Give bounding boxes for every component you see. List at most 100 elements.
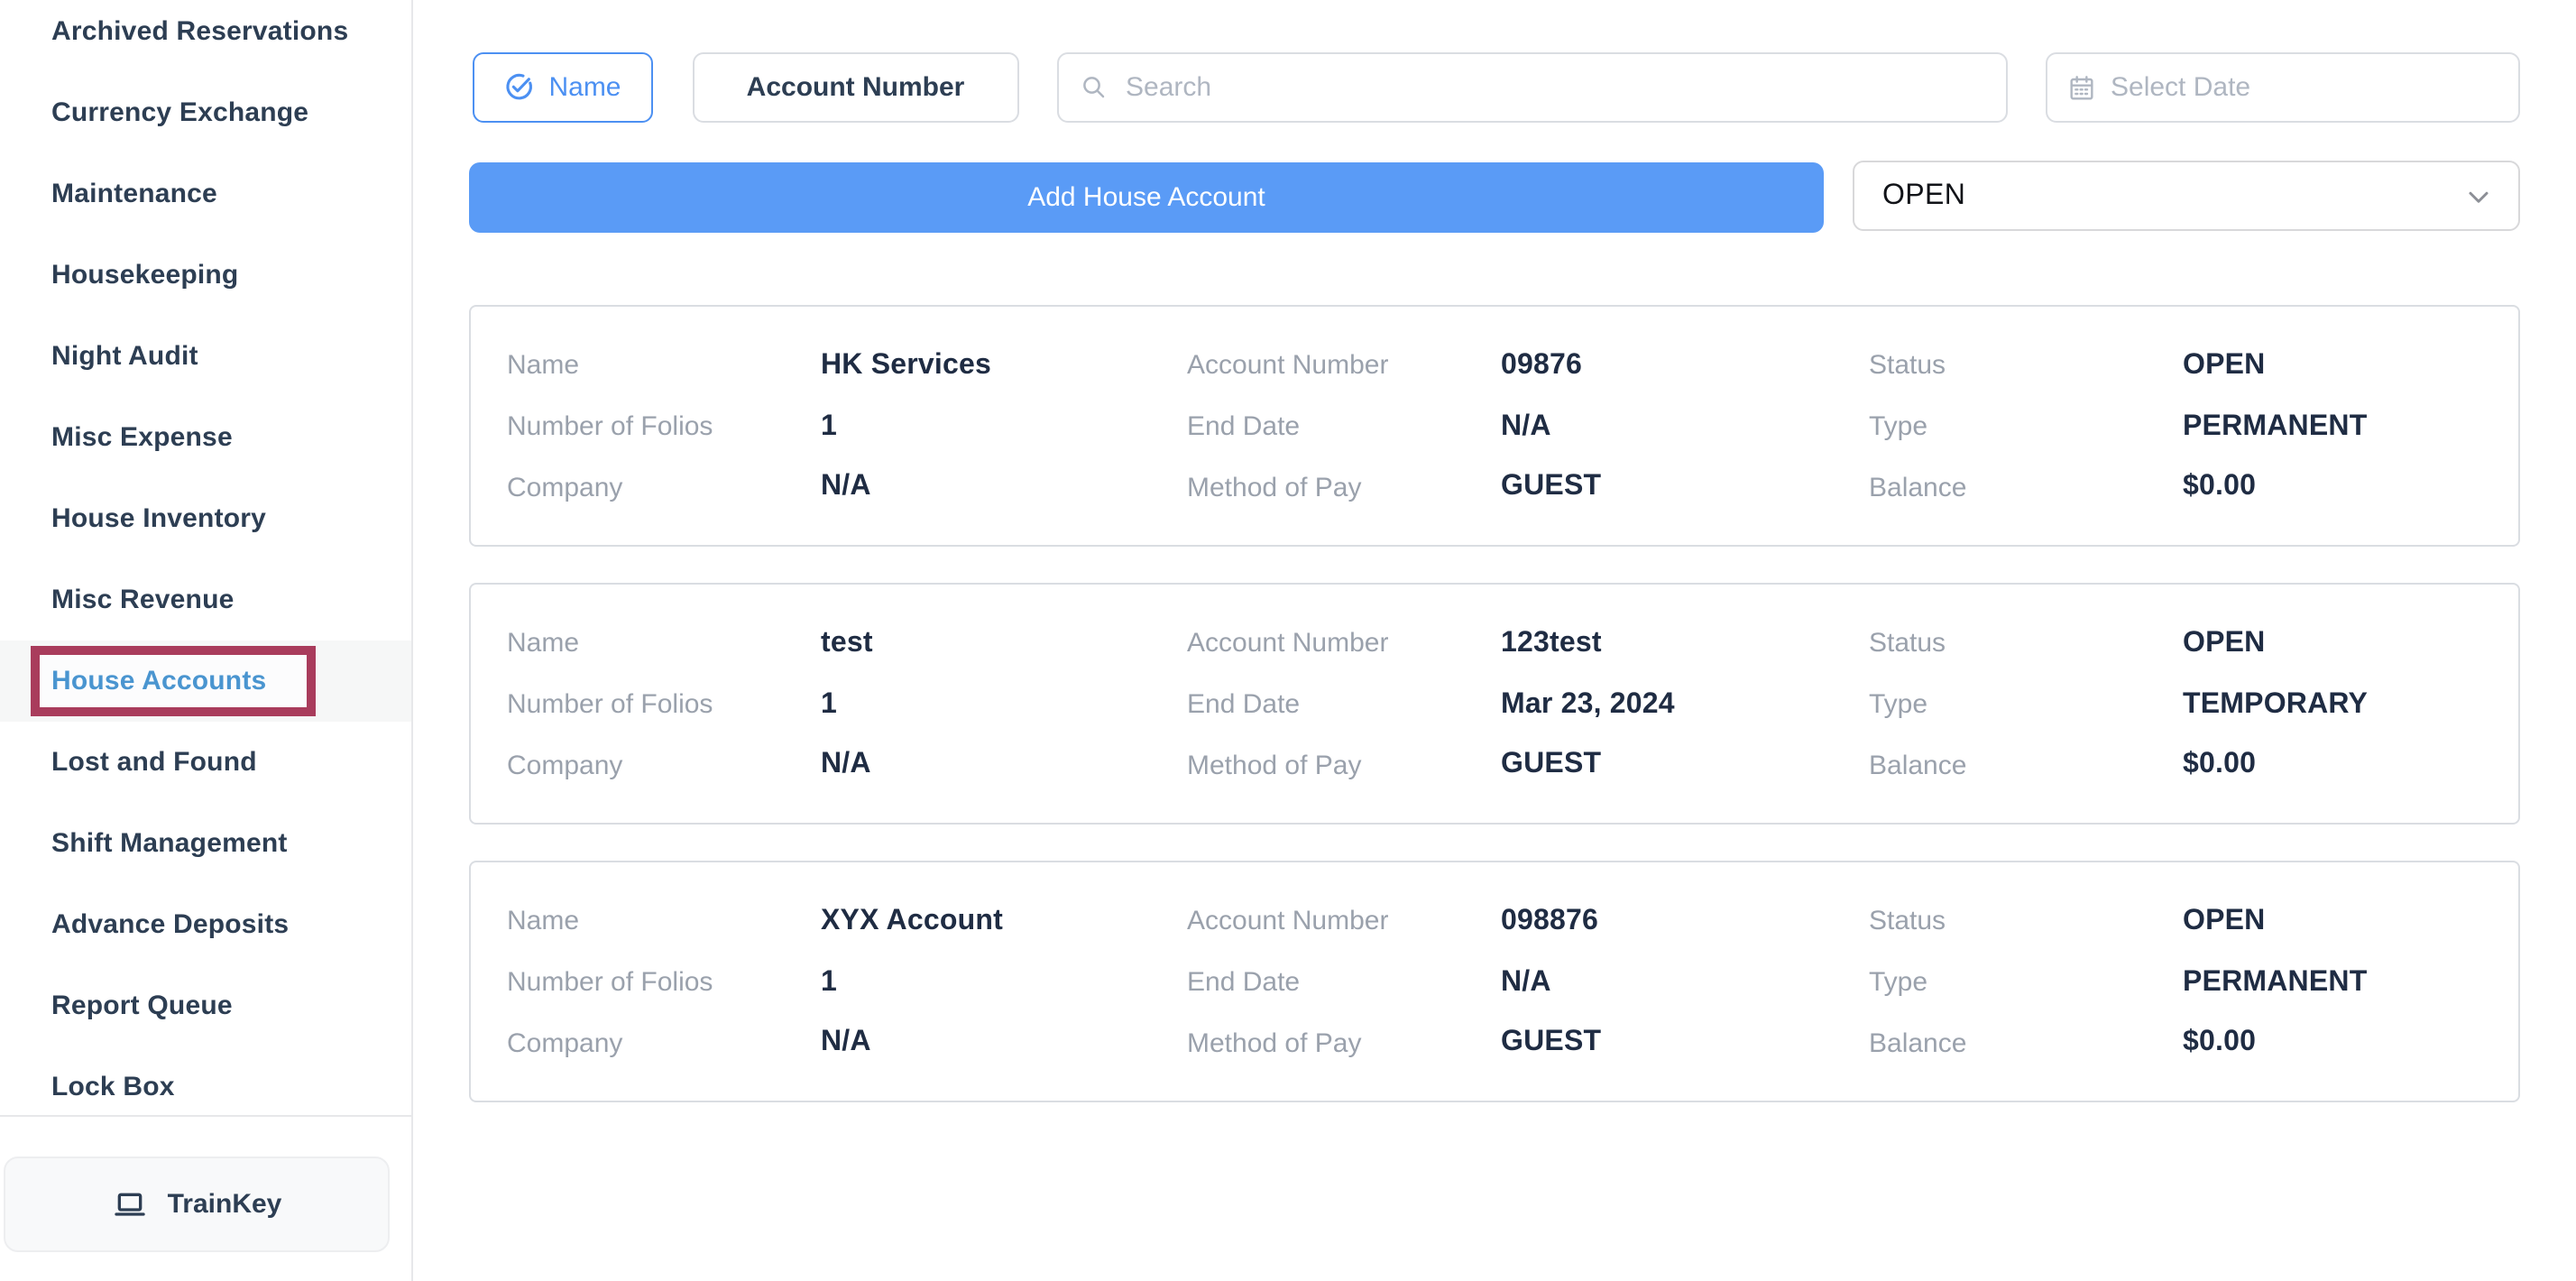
sidebar-item-label: Housekeeping bbox=[51, 260, 238, 290]
sidebar: Archived Reservations Currency Exchange … bbox=[0, 0, 413, 1281]
field-value: N/A bbox=[1501, 966, 1551, 999]
sidebar-item-label: Misc Revenue bbox=[51, 585, 235, 615]
field-value: 09876 bbox=[1501, 350, 1582, 382]
field-value: XYX Account bbox=[821, 906, 1003, 938]
field-cell: Name test bbox=[507, 613, 1187, 674]
field-label: Number of Folios bbox=[507, 967, 821, 998]
date-picker-field[interactable]: Select Date bbox=[2046, 52, 2520, 123]
field-label: Company bbox=[507, 1028, 821, 1058]
field-cell: End Date Mar 23, 2024 bbox=[1187, 674, 1869, 734]
sidebar-item-label: Advance Deposits bbox=[51, 909, 289, 940]
field-value: 098876 bbox=[1501, 906, 1598, 938]
field-cell: Balance $0.00 bbox=[1869, 735, 2518, 796]
field-label: Account Number bbox=[1187, 351, 1501, 382]
sidebar-item-label: Report Queue bbox=[51, 991, 233, 1021]
field-value: test bbox=[821, 628, 873, 660]
sidebar-item[interactable]: Maintenance bbox=[0, 153, 411, 235]
field-value: GUEST bbox=[1501, 471, 1601, 503]
sidebar-item-label: Lock Box bbox=[51, 1072, 175, 1102]
field-cell: Account Number 098876 bbox=[1187, 891, 1869, 952]
sidebar-item[interactable]: House Accounts bbox=[0, 640, 411, 722]
field-cell: Method of Pay GUEST bbox=[1187, 457, 1869, 518]
check-circle-icon bbox=[503, 72, 534, 103]
field-cell: Account Number 09876 bbox=[1187, 336, 1869, 396]
field-cell: Company N/A bbox=[507, 735, 1187, 796]
house-account-card-grid: Name test Account Number 123test Status bbox=[507, 613, 2518, 796]
search-field[interactable] bbox=[1057, 52, 2007, 123]
field-label: Name bbox=[507, 907, 821, 937]
sidebar-item-label: Maintenance bbox=[51, 179, 217, 209]
field-cell: Account Number 123test bbox=[1187, 613, 1869, 674]
field-cell: Status OPEN bbox=[1869, 613, 2518, 674]
filter-by-name-button[interactable]: Name bbox=[472, 52, 653, 123]
field-value: $0.00 bbox=[2183, 471, 2256, 503]
field-label: Type bbox=[1869, 689, 2183, 720]
sidebar-item[interactable]: House Inventory bbox=[0, 478, 411, 559]
field-value: N/A bbox=[821, 1027, 871, 1059]
field-cell: Type TEMPORARY bbox=[1869, 674, 2518, 734]
field-cell: Company N/A bbox=[507, 457, 1187, 518]
field-cell: Method of Pay GUEST bbox=[1187, 735, 1869, 796]
sidebar-item[interactable]: Report Queue bbox=[0, 965, 411, 1046]
house-account-card[interactable]: Name HK Services Account Number 09876 St… bbox=[469, 304, 2520, 546]
house-account-card[interactable]: Name test Account Number 123test Status bbox=[469, 582, 2520, 824]
field-label: Status bbox=[1869, 351, 2183, 382]
calendar-icon bbox=[2067, 73, 2096, 102]
field-value: GUEST bbox=[1501, 749, 1601, 781]
field-label: Balance bbox=[1869, 750, 2183, 780]
sidebar-item[interactable]: Misc Expense bbox=[0, 397, 411, 478]
field-label: End Date bbox=[1187, 411, 1501, 442]
sidebar-item-label: House Accounts bbox=[51, 666, 266, 696]
field-value: Mar 23, 2024 bbox=[1501, 688, 1675, 721]
field-value: GUEST bbox=[1501, 1027, 1601, 1059]
sidebar-item-label: Shift Management bbox=[51, 828, 288, 859]
sidebar-item-label: Currency Exchange bbox=[51, 97, 308, 128]
field-value: 1 bbox=[821, 966, 837, 999]
field-value: OPEN bbox=[2183, 350, 2266, 382]
house-account-card-grid: Name XYX Account Account Number 098876 S… bbox=[507, 891, 2518, 1074]
sidebar-item[interactable]: Currency Exchange bbox=[0, 72, 411, 153]
house-account-card[interactable]: Name XYX Account Account Number 098876 S… bbox=[469, 860, 2520, 1101]
field-value: $0.00 bbox=[2183, 749, 2256, 781]
field-label: Balance bbox=[1869, 1028, 2183, 1058]
filter-by-account-number-button[interactable]: Account Number bbox=[693, 52, 1018, 123]
field-cell: End Date N/A bbox=[1187, 952, 1869, 1012]
field-label: End Date bbox=[1187, 689, 1501, 720]
house-account-card-grid: Name HK Services Account Number 09876 St… bbox=[507, 336, 2518, 518]
status-filter-dropdown[interactable]: OPEN bbox=[1852, 161, 2519, 231]
field-label: Number of Folios bbox=[507, 689, 821, 720]
sidebar-item[interactable]: Archived Reservations bbox=[0, 0, 411, 72]
sidebar-item[interactable]: Night Audit bbox=[0, 316, 411, 397]
sidebar-item[interactable]: Advance Deposits bbox=[0, 884, 411, 965]
trainkey-label: TrainKey bbox=[168, 1189, 282, 1220]
field-cell: Number of Folios 1 bbox=[507, 674, 1187, 734]
sidebar-item[interactable]: Lost and Found bbox=[0, 722, 411, 803]
sidebar-item[interactable]: Shift Management bbox=[0, 803, 411, 884]
field-label: Name bbox=[507, 351, 821, 382]
field-label: Type bbox=[1869, 967, 2183, 998]
field-value: 123test bbox=[1501, 628, 1602, 660]
field-label: Method of Pay bbox=[1187, 1028, 1501, 1058]
field-label: Status bbox=[1869, 629, 2183, 659]
add-house-account-button[interactable]: Add House Account bbox=[469, 161, 1824, 232]
field-label: Type bbox=[1869, 411, 2183, 442]
sidebar-item[interactable]: Misc Revenue bbox=[0, 559, 411, 640]
status-filter-value: OPEN bbox=[1882, 180, 1965, 212]
sidebar-item[interactable]: Housekeeping bbox=[0, 235, 411, 316]
field-cell: Balance $0.00 bbox=[1869, 1013, 2518, 1074]
search-icon bbox=[1081, 74, 1108, 101]
house-accounts-page: Archived Reservations Currency Exchange … bbox=[0, 0, 2576, 1281]
search-input[interactable] bbox=[1122, 70, 1983, 105]
field-value: 1 bbox=[821, 410, 837, 443]
field-label: Company bbox=[507, 472, 821, 502]
sidebar-item-label: Lost and Found bbox=[51, 747, 257, 778]
field-value: 1 bbox=[821, 688, 837, 721]
field-value: N/A bbox=[1501, 410, 1551, 443]
sidebar-nav: Archived Reservations Currency Exchange … bbox=[0, 0, 411, 1128]
trainkey-button[interactable]: TrainKey bbox=[4, 1157, 390, 1252]
field-cell: Type PERMANENT bbox=[1869, 396, 2518, 456]
field-cell: Name XYX Account bbox=[507, 891, 1187, 952]
filter-by-name-label: Name bbox=[548, 72, 621, 103]
laptop-icon bbox=[112, 1186, 148, 1222]
field-cell: Status OPEN bbox=[1869, 336, 2518, 396]
